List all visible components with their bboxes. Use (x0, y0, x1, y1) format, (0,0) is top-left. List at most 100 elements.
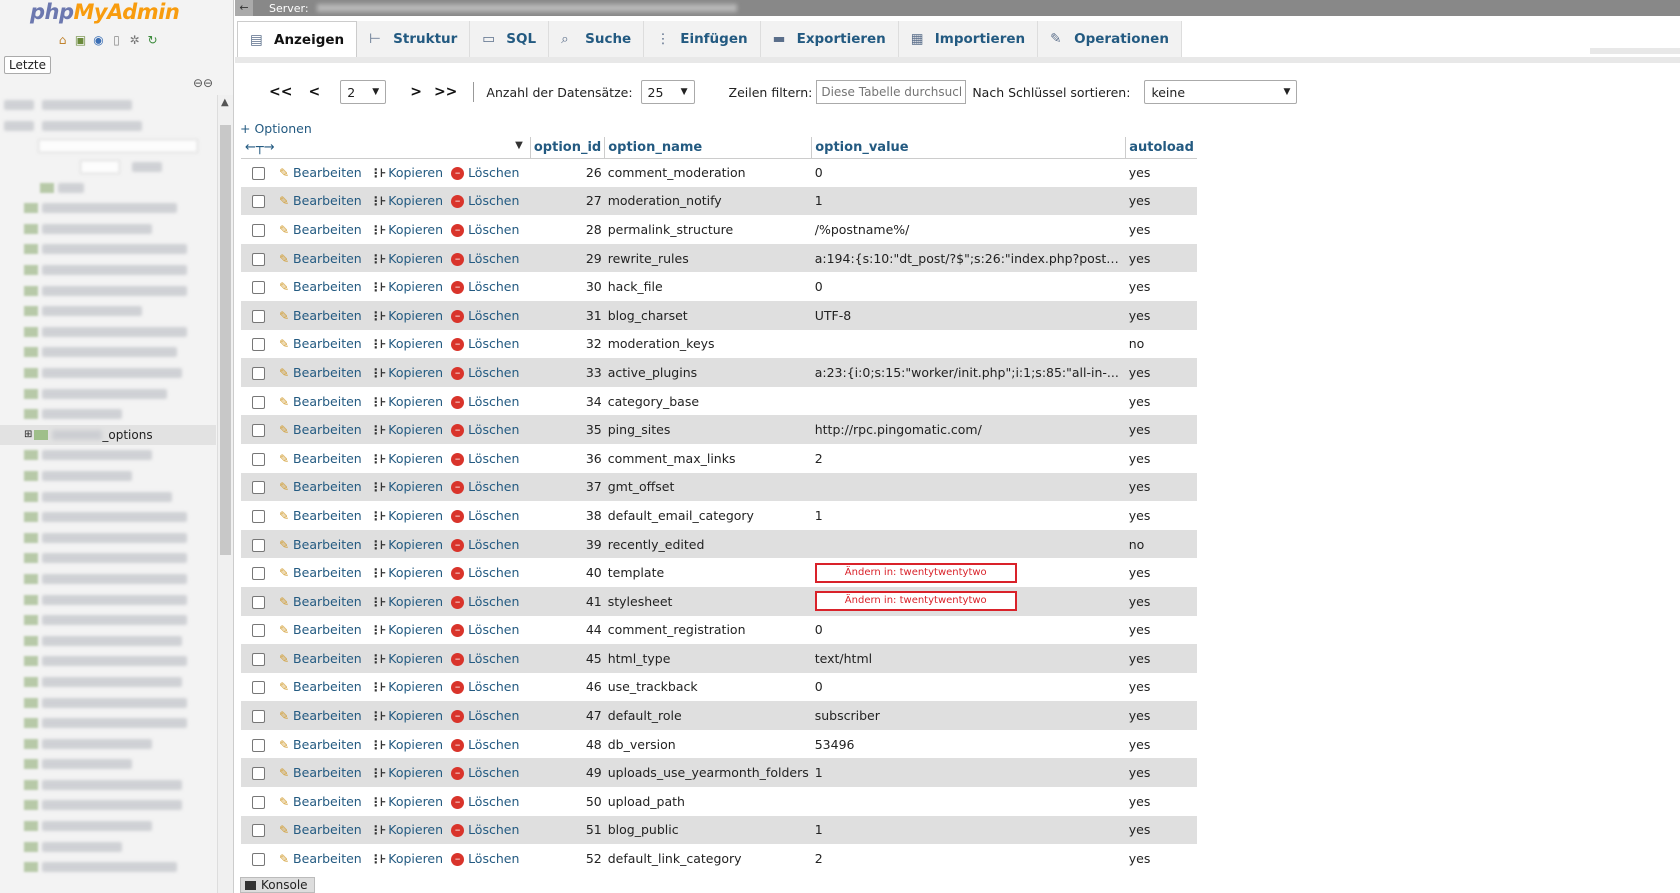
autoload-cell[interactable]: yes (1125, 787, 1197, 816)
option-id-cell[interactable]: 50 (530, 787, 605, 816)
copy-row-link[interactable]: ⋮⊦ Kopieren (370, 336, 443, 351)
expand-icon[interactable]: ⊞ (24, 429, 32, 440)
table-row[interactable]: ✎ Bearbeiten ⋮⊦ Kopieren – Löschen 31 blog_char… (241, 300, 1197, 330)
edit-row-link[interactable]: ✎ Bearbeiten (279, 794, 362, 809)
option-value-cell[interactable]: a:194:{s:10:"dt_post/?$";s:26:"index.php… (811, 243, 1126, 273)
tree-item[interactable] (0, 466, 216, 487)
row-checkbox[interactable] (252, 223, 265, 237)
autoload-cell[interactable]: yes (1125, 615, 1197, 645)
delete-row-link[interactable]: – Löschen (451, 165, 519, 181)
option-name-cell[interactable]: blog_charset (604, 300, 812, 330)
table-row[interactable]: ✎ Bearbeiten ⋮⊦ Kopieren – Löschen 49 uploads_u… (241, 758, 1197, 788)
autoload-cell[interactable]: yes (1125, 844, 1197, 873)
option-id-cell[interactable]: 33 (530, 358, 605, 387)
option-name-cell[interactable]: moderation_notify (604, 186, 812, 216)
table-row[interactable]: ✎ Bearbeiten ⋮⊦ Kopieren – Löschen 47 default_r… (241, 701, 1197, 730)
table-row[interactable]: ✎ Bearbeiten ⋮⊦ Kopieren – Löschen 41 styleshee… (241, 586, 1197, 616)
option-value-cell[interactable]: Ändern in: twentytwentytwo (811, 586, 1126, 616)
copy-row-link[interactable]: ⋮⊦ Kopieren (370, 251, 443, 266)
tab-operationen[interactable]: ✎ Operationen (1038, 21, 1182, 57)
option-name-cell[interactable]: default_link_category (604, 844, 812, 873)
option-value-cell[interactable]: a:23:{i:0;s:15:"worker/init.php";i:1;s:8… (811, 358, 1126, 387)
option-id-cell[interactable]: 48 (530, 729, 605, 759)
filter-rows-input[interactable] (816, 80, 967, 104)
option-name-cell[interactable]: ping_sites (604, 415, 812, 444)
edit-row-link[interactable]: ✎ Bearbeiten (279, 251, 362, 266)
table-row[interactable]: ✎ Bearbeiten ⋮⊦ Kopieren – Löschen 38 default_e… (241, 501, 1197, 530)
tree-item[interactable] (0, 569, 216, 590)
table-row[interactable]: ✎ Bearbeiten ⋮⊦ Kopieren – Löschen 50 upload_pa… (241, 787, 1197, 816)
delete-row-link[interactable]: – Löschen (451, 193, 519, 209)
option-name-cell[interactable]: db_version (604, 729, 812, 759)
copy-row-link[interactable]: ⋮⊦ Kopieren (370, 193, 443, 208)
delete-row-link[interactable]: – Löschen (451, 394, 519, 409)
scroll-up-icon[interactable]: ▲ (221, 97, 229, 108)
option-id-cell[interactable]: 26 (530, 158, 605, 187)
delete-row-link[interactable]: – Löschen (451, 622, 519, 638)
sort-dropdown-icon[interactable]: ▼ (515, 140, 523, 151)
edit-row-link[interactable]: ✎ Bearbeiten (279, 394, 362, 409)
table-row[interactable]: ✎ Bearbeiten ⋮⊦ Kopieren – Löschen 46 use_track… (241, 672, 1197, 702)
option-value-cell[interactable]: text/html (811, 644, 1126, 673)
tab-exportieren[interactable]: ▬ Exportieren (760, 21, 899, 57)
prev-page-button[interactable]: < (308, 84, 320, 100)
option-value-cell[interactable]: 1 (811, 758, 1126, 788)
option-value-cell[interactable]: 0 (811, 615, 1126, 645)
autoload-cell[interactable]: yes (1125, 558, 1197, 587)
delete-row-link[interactable]: – Löschen (451, 222, 519, 237)
option-value-cell[interactable]: 1 (811, 186, 1126, 216)
option-id-cell[interactable]: 46 (530, 672, 605, 702)
tree-item[interactable] (0, 816, 216, 837)
tree-pagination[interactable] (0, 157, 216, 178)
edit-row-link[interactable]: ✎ Bearbeiten (279, 279, 362, 294)
column-header-option-name[interactable]: option_name (604, 137, 812, 159)
tree-item[interactable] (0, 239, 216, 260)
tree-item[interactable] (0, 507, 216, 528)
tree-item[interactable] (0, 404, 216, 425)
edit-row-link[interactable]: ✎ Bearbeiten (279, 336, 362, 351)
option-name-cell[interactable]: comment_registration (604, 615, 812, 645)
row-checkbox[interactable] (252, 767, 265, 781)
tree-item[interactable] (0, 589, 216, 610)
console-toggle[interactable]: Konsole (240, 877, 315, 893)
edit-row-link[interactable]: ✎ Bearbeiten (279, 622, 362, 637)
option-name-cell[interactable]: hack_file (604, 272, 812, 301)
phpmyadmin-logo[interactable]: phpMyAdmin (30, 0, 180, 24)
delete-row-link[interactable]: – Löschen (451, 365, 519, 380)
delete-row-link[interactable]: – Löschen (451, 651, 519, 666)
tree-item[interactable] (0, 342, 216, 363)
autoload-cell[interactable]: yes (1125, 701, 1197, 730)
edit-row-link[interactable]: ✎ Bearbeiten (279, 165, 362, 180)
edit-row-link[interactable]: ✎ Bearbeiten (279, 537, 362, 552)
table-row[interactable]: ✎ Bearbeiten ⋮⊦ Kopieren – Löschen 48 db_versio… (241, 729, 1197, 759)
link-with-main-panel-icon[interactable]: ⊖⊖ (193, 76, 213, 90)
tree-item[interactable] (0, 692, 216, 713)
option-value-cell[interactable] (811, 787, 1126, 816)
autoload-cell[interactable]: yes (1125, 472, 1197, 502)
edit-row-link[interactable]: ✎ Bearbeiten (279, 508, 362, 523)
edit-row-link[interactable]: ✎ Bearbeiten (279, 422, 362, 437)
option-id-cell[interactable]: 35 (530, 415, 605, 444)
option-id-cell[interactable]: 31 (530, 300, 605, 330)
edit-row-link[interactable]: ✎ Bearbeiten (279, 365, 362, 380)
autoload-cell[interactable]: yes (1125, 243, 1197, 273)
copy-row-link[interactable]: ⋮⊦ Kopieren (370, 451, 443, 466)
option-name-cell[interactable]: rewrite_rules (604, 243, 812, 273)
option-value-cell[interactable]: Ändern in: twentytwentytwo (811, 558, 1126, 587)
tree-item[interactable] (0, 322, 216, 343)
edit-row-link[interactable]: ✎ Bearbeiten (279, 193, 362, 208)
option-name-cell[interactable]: stylesheet (604, 586, 812, 616)
delete-row-link[interactable]: – Löschen (451, 479, 519, 495)
delete-row-link[interactable]: – Löschen (451, 422, 519, 438)
table-row[interactable]: ✎ Bearbeiten ⋮⊦ Kopieren – Löschen 28 permalink… (241, 215, 1197, 244)
autoload-cell[interactable]: yes (1125, 644, 1197, 673)
option-name-cell[interactable]: default_email_category (604, 501, 812, 530)
delete-row-link[interactable]: – Löschen (451, 336, 519, 352)
table-row[interactable]: ✎ Bearbeiten ⋮⊦ Kopieren – Löschen 27 moderatio… (241, 186, 1197, 216)
delete-row-link[interactable]: – Löschen (451, 822, 519, 838)
table-row[interactable]: ✎ Bearbeiten ⋮⊦ Kopieren – Löschen 39 recently_… (241, 529, 1197, 559)
delete-row-link[interactable]: – Löschen (451, 737, 519, 752)
tree-item[interactable] (0, 836, 216, 857)
option-name-cell[interactable]: default_role (604, 701, 812, 730)
copy-row-link[interactable]: ⋮⊦ Kopieren (370, 165, 443, 180)
